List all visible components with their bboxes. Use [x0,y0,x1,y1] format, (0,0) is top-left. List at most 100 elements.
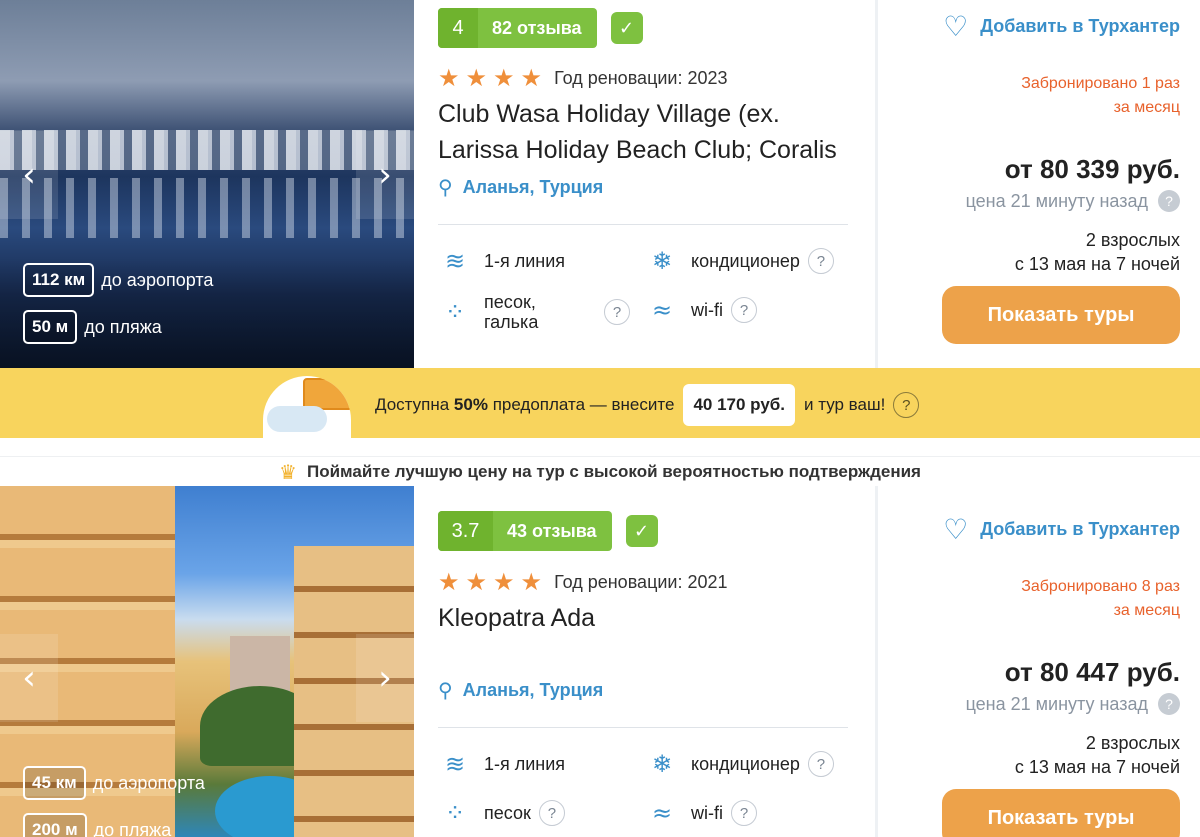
show-tours-button[interactable]: Показать туры [942,286,1180,344]
star-icon: ★ [465,64,488,92]
feature-first-line: ≋ 1-я линия [438,748,565,780]
stars: ★ ★ ★ ★ Год реновации: 2023 [438,66,728,90]
air-conditioner-icon: ❄ [651,750,673,778]
chevron-right-icon: › [378,658,392,698]
photo-prev-button[interactable]: ‹ [0,131,58,219]
feature-label: песок, галька [484,292,539,332]
airport-distance-value: 112 км [23,263,95,297]
rating-badge[interactable]: 3.7 43 отзыва [438,511,612,551]
feature-label: wi-fi [691,299,723,320]
hotel-card: ‹ › 112 км до аэропорта 50 м до пляжа 4 … [0,0,1200,368]
location-pin-icon: ⚲ [438,175,453,199]
hotel-photo[interactable]: ‹ › 45 км до аэропорта 200 м до пляжа [0,486,414,837]
beach-distance-value: 200 м [23,813,87,837]
star-icon: ★ [438,568,460,596]
add-to-tourhunter-button[interactable]: ♡ Добавить в Турхантер [943,10,1180,43]
feature-label: wi-fi [691,802,723,823]
feature-label: 1-я линия [484,753,566,774]
feature-beach-type: ⁘ песок, галька ? [438,292,630,332]
feature-label: 1-я линия [484,250,566,271]
rating[interactable]: 4 82 отзыва ✓ [438,8,643,48]
help-icon[interactable]: ? [1158,693,1180,715]
help-icon[interactable]: ? [731,800,757,826]
verified-check-icon[interactable]: ✓ [610,12,643,44]
chevron-right-icon: › [378,155,392,195]
rating-score: 3.7 [438,511,493,551]
star-icon: ★ [493,64,515,92]
photo-prev-button[interactable]: ‹ [0,634,58,722]
favorite-label: Добавить в Турхантер [980,519,1180,539]
reviews-count[interactable]: 43 отзыва [493,511,612,551]
hotel-name[interactable]: Kleopatra Ada [438,600,848,636]
heart-icon: ♡ [943,513,969,546]
prepayment-amount: 40 170 руб. [683,384,795,426]
photo-next-button[interactable]: › [356,634,414,722]
beach-distance-value: 50 м [23,310,78,344]
pax-count: 2 взрослых [1085,230,1180,250]
prepayment-percent: 50% [453,395,488,414]
prepayment-middle: предоплата — внесите [492,395,675,414]
star-icon: ★ [520,568,543,596]
hotel-name[interactable]: Club Wasa Holiday Village (ex. Larissa H… [438,96,848,168]
rating-badge[interactable]: 4 82 отзыва [438,8,597,48]
price-age-text: цена 21 минуту назад [965,190,1148,211]
sand-pebbles-icon: ⁘ [444,298,466,326]
hand-icon [267,406,327,432]
star-icon: ★ [465,568,488,596]
star-icon: ★ [438,64,460,92]
help-icon[interactable]: ? [893,392,920,418]
tour-dates: с 13 мая на 7 ночей [1014,757,1180,777]
hotel-location[interactable]: ⚲ Аланья, Турция [438,678,603,702]
tour-details: 2 взрослых с 13 мая на 7 ночей [1015,228,1180,276]
renovation-year: Год реновации: 2023 [554,67,728,88]
prepayment-suffix: и тур ваш! [804,395,886,414]
crown-icon: ♛ [279,459,297,484]
beach-distance-label: до пляжа [84,316,162,337]
booked-line: Забронировано 1 раз [1021,75,1180,92]
price: от 80 447 руб. [1004,657,1180,687]
price-column: ♡ Добавить в Турхантер Забронировано 1 р… [878,0,1200,368]
help-icon[interactable]: ? [604,299,630,325]
price: от 80 339 руб. [1004,154,1180,184]
airport-distance-label: до аэропорта [92,772,205,793]
help-icon[interactable]: ? [807,248,834,274]
price-age-text: цена 21 минуту назад [965,693,1148,714]
air-conditioner-icon: ❄ [651,247,673,275]
verified-check-icon[interactable]: ✓ [625,515,658,547]
feature-label: кондиционер [691,250,800,271]
chevron-left-icon: ‹ [22,155,36,195]
hotel-photo[interactable]: ‹ › 112 км до аэропорта 50 м до пляжа [0,0,414,368]
prepayment-text: Доступна 50% предоплата — внесите 40 170… [375,384,920,426]
reviews-count[interactable]: 82 отзыва [478,8,597,48]
hotel-location[interactable]: ⚲ Аланья, Турция [438,175,603,199]
help-icon[interactable]: ? [731,297,757,323]
help-icon[interactable]: ? [807,751,834,777]
feature-ac: ❄ кондиционер ? [645,245,834,277]
hotel-info: 4 82 отзыва ✓ ★ ★ ★ ★ Год реновации: 202… [438,0,848,368]
feature-label: кондиционер [691,753,800,774]
favorite-label: Добавить в Турхантер [980,16,1180,36]
booked-count: Забронировано 8 раз за месяц [920,575,1180,623]
rating-score: 4 [438,8,478,48]
promo-text: Поймайте лучшую цену на тур с высокой ве… [306,461,921,481]
show-tours-button[interactable]: Показать туры [942,789,1180,837]
booked-line: Забронировано 8 раз [1021,578,1180,595]
beach-line-icon: ≋ [444,247,466,275]
booked-period: за месяц [1113,99,1180,116]
star-icon: ★ [520,64,543,92]
beach-line-icon: ≋ [444,750,466,778]
rating[interactable]: 3.7 43 отзыва ✓ [438,511,658,551]
feature-label: песок [484,802,531,823]
hotel-info: 3.7 43 отзыва ✓ ★ ★ ★ ★ Год реновации: 2… [438,486,848,837]
add-to-tourhunter-button[interactable]: ♡ Добавить в Турхантер [943,513,1180,546]
divider [438,727,848,728]
photo-next-button[interactable]: › [356,131,414,219]
help-icon[interactable]: ? [1158,190,1180,212]
wifi-icon: ≈ [651,296,673,324]
help-icon[interactable]: ? [538,800,565,826]
price-column: ♡ Добавить в Турхантер Забронировано 8 р… [878,486,1200,837]
feature-wifi: ≈ wi-fi ? [645,797,757,829]
star-icon: ★ [493,568,515,596]
wifi-icon: ≈ [651,799,673,827]
hotel-card: ‹ › 45 км до аэропорта 200 м до пляжа 3.… [0,486,1200,837]
